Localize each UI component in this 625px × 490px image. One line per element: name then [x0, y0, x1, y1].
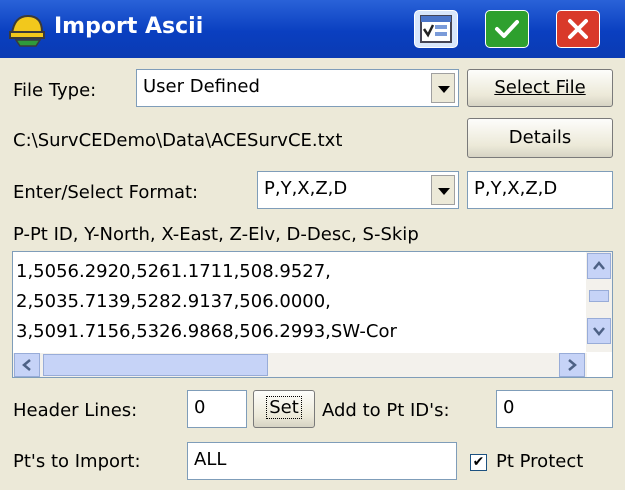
- pt-protect-checkbox[interactable]: ✔: [470, 454, 487, 471]
- pts-to-import-label: Pt's to Import:: [13, 451, 141, 472]
- title-bar: Import Ascii: [0, 0, 625, 58]
- add-to-pt-label: Add to Pt ID's:: [322, 400, 450, 421]
- horizontal-scroll-thumb[interactable]: [43, 354, 268, 376]
- file-type-label: File Type:: [13, 80, 97, 101]
- scroll-thumb[interactable]: [589, 290, 609, 302]
- file-type-value: User Defined: [143, 76, 260, 97]
- close-icon: [568, 19, 588, 39]
- format-label: Enter/Select Format:: [13, 182, 199, 203]
- chevron-down-icon[interactable]: [431, 73, 455, 103]
- format-select[interactable]: P,Y,X,Z,D: [257, 171, 459, 209]
- preview-line: 3,5091.7156,5326.9868,506.2993,SW-Cor: [16, 321, 397, 342]
- app-helmet-icon: [9, 14, 45, 47]
- file-type-select[interactable]: User Defined: [136, 69, 459, 107]
- preview-line: 1,5056.2920,5261.1711,508.9527,: [16, 261, 331, 282]
- preview-lines: 1,5056.2920,5261.1711,508.9527, 2,5035.7…: [16, 257, 397, 347]
- pt-protect-label: Pt Protect: [496, 451, 584, 472]
- format-select-value: P,Y,X,Z,D: [264, 178, 348, 199]
- scroll-down-icon[interactable]: [587, 318, 611, 344]
- ok-button[interactable]: [485, 10, 529, 48]
- format-legend: P-Pt ID, Y-North, X-East, Z-Elv, D-Desc,…: [13, 224, 419, 245]
- scroll-left-icon[interactable]: [14, 353, 40, 377]
- scroll-right-icon[interactable]: [559, 353, 585, 377]
- details-button[interactable]: Details: [467, 118, 613, 158]
- header-lines-input[interactable]: 0: [187, 390, 247, 428]
- scroll-up-icon[interactable]: [587, 253, 611, 279]
- select-file-button[interactable]: Select File: [467, 69, 613, 107]
- pts-to-import-input[interactable]: ALL: [187, 442, 457, 480]
- set-button[interactable]: Set: [253, 390, 315, 428]
- chevron-down-icon[interactable]: [431, 175, 455, 205]
- file-path-text: C:\SurvCEDemo\Data\ACESurvCE.txt: [13, 130, 343, 151]
- add-to-pt-input[interactable]: 0: [496, 390, 613, 428]
- preview-line: 2,5035.7139,5282.9137,506.0000,: [16, 291, 331, 312]
- close-button[interactable]: [556, 10, 600, 48]
- preview-listbox[interactable]: 1,5056.2920,5261.1711,508.9527, 2,5035.7…: [12, 251, 613, 378]
- window-title: Import Ascii: [54, 14, 204, 39]
- form-icon: [420, 15, 452, 43]
- checkmark-icon: [495, 20, 519, 38]
- header-lines-label: Header Lines:: [13, 400, 138, 421]
- vertical-scrollbar[interactable]: [586, 252, 612, 352]
- form-view-button[interactable]: [414, 10, 458, 48]
- format-input[interactable]: P,Y,X,Z,D: [467, 171, 613, 209]
- horizontal-scrollbar[interactable]: [13, 353, 587, 377]
